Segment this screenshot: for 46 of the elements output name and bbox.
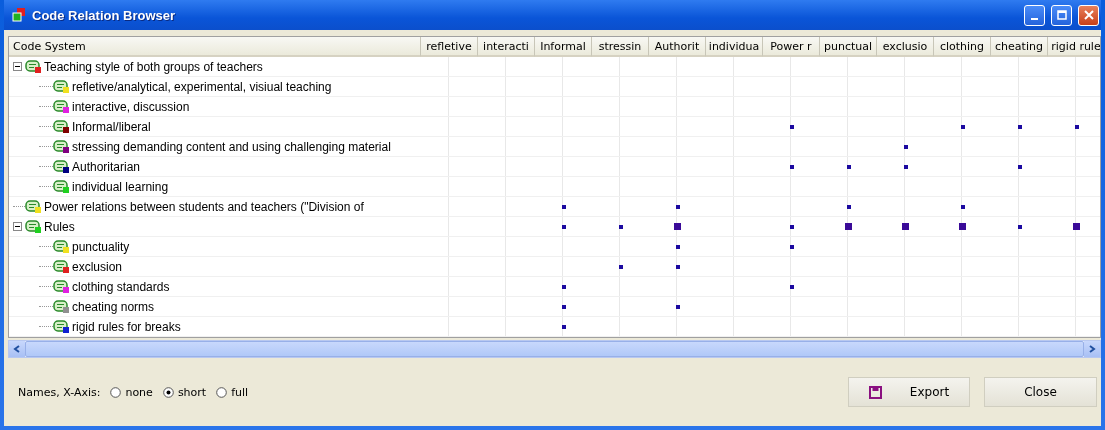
tree-item[interactable]: individual learning (70, 179, 169, 194)
column-header[interactable]: individua (706, 37, 763, 57)
collapse-toggle-icon[interactable] (13, 222, 22, 231)
column-header[interactable]: interacti (478, 37, 535, 57)
tree-item[interactable]: cheating norms (70, 299, 155, 314)
tree-item[interactable]: punctuality (70, 239, 130, 254)
minimize-button[interactable] (1024, 4, 1045, 26)
scroll-right-icon[interactable] (1084, 341, 1100, 357)
column-header[interactable]: cheating (991, 37, 1048, 57)
scroll-left-icon[interactable] (9, 341, 25, 357)
tree-item[interactable]: exclusion (70, 259, 123, 274)
maximize-icon (1056, 10, 1067, 20)
app-icon (12, 8, 26, 22)
maximize-button[interactable] (1051, 4, 1072, 26)
tree-item[interactable]: interactive, discussion (70, 99, 190, 114)
column-header[interactable]: stressin (592, 37, 649, 57)
minimize-icon (1031, 17, 1038, 20)
column-header[interactable]: Code System (9, 37, 421, 57)
close-dialog-button[interactable]: Close (984, 377, 1097, 407)
radio-option[interactable]: full (216, 385, 249, 399)
tree-item[interactable]: Power relations between students and teachers ("Division of (42, 199, 364, 214)
column-header[interactable]: exclusio (877, 37, 934, 57)
collapse-toggle-icon[interactable] (13, 62, 22, 71)
window-title: Code Relation Browser (32, 7, 177, 23)
column-header[interactable]: clothing (934, 37, 991, 57)
tree-item[interactable]: Informal/liberal (70, 119, 151, 134)
radio-option[interactable]: none (110, 385, 153, 399)
column-header[interactable]: punctual (820, 37, 877, 57)
save-icon (868, 385, 882, 399)
radio-group-label: Names, X-Axis: (18, 385, 101, 399)
radio-option[interactable]: short (162, 385, 207, 399)
tree-item[interactable]: Authoritarian (70, 159, 141, 174)
tree-item[interactable]: refletive/analytical, experimental, visiual teaching (70, 79, 332, 94)
column-header[interactable]: refletive (421, 37, 478, 57)
tree-item[interactable]: Teaching style of both groups of teachers (42, 59, 263, 74)
column-header[interactable]: Authorit (649, 37, 706, 57)
tree-item[interactable]: stressing demanding content and using challenging material (70, 139, 391, 154)
tree-item[interactable]: clothing standards (70, 279, 170, 294)
column-header[interactable]: Power r (763, 37, 820, 57)
close-button[interactable] (1078, 4, 1099, 26)
tree-item[interactable]: rigid rules for breaks (70, 319, 181, 334)
close-icon (1083, 10, 1094, 20)
column-header[interactable]: Informal (535, 37, 592, 57)
export-button[interactable]: Export (848, 377, 970, 407)
column-header[interactable]: rigid rule (1048, 37, 1100, 57)
tree-item[interactable]: Rules (42, 219, 75, 234)
